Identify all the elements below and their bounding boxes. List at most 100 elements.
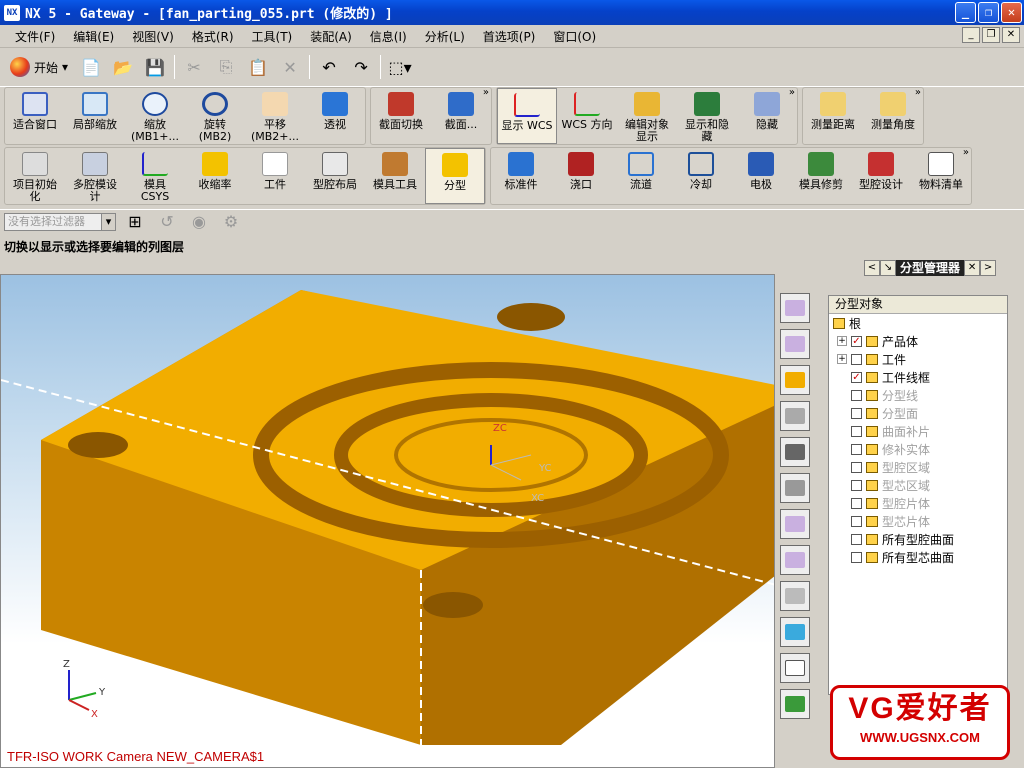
visibility-checkbox[interactable] [851, 551, 862, 563]
copy-icon[interactable]: ⎘ [213, 54, 239, 80]
tree-item[interactable]: ✓ 工件线框 [829, 368, 1007, 386]
mdi-minimize-button[interactable]: _ [962, 27, 980, 43]
shrinkage-button[interactable]: 收缩率 [185, 148, 245, 204]
zoom-button[interactable]: 缩放 (MB1+... [125, 88, 185, 144]
chevron-icon[interactable]: » [963, 147, 969, 158]
parting-tool-10-icon[interactable] [780, 617, 810, 647]
workpiece-button[interactable]: 工件 [245, 148, 305, 204]
panel-close-button[interactable]: ✕ [964, 259, 981, 276]
panel-prev-button[interactable]: < [864, 259, 880, 276]
perspective-button[interactable]: 透视 [305, 88, 365, 144]
close-button[interactable]: ✕ [1001, 2, 1022, 23]
visibility-checkbox[interactable]: ✓ [851, 371, 862, 383]
menu-assembly[interactable]: 装配(A) [301, 28, 361, 45]
rotate-button[interactable]: 旋转 (MB2) [185, 88, 245, 144]
visibility-checkbox[interactable] [851, 407, 862, 419]
parting-button[interactable]: 分型 [425, 148, 485, 204]
show-wcs-button[interactable]: 显示 WCS [497, 88, 557, 144]
edit-object-display-button[interactable]: 编辑对象 显示 [617, 88, 677, 144]
menu-info[interactable]: 信息(I) [361, 28, 416, 45]
visibility-checkbox[interactable] [851, 515, 862, 527]
runner-button[interactable]: 流道 [611, 148, 671, 204]
tree-item[interactable]: 根 [829, 314, 1007, 332]
standard-parts-button[interactable]: 标准件 [491, 148, 551, 204]
expand-icon[interactable]: + [837, 336, 847, 346]
refresh-icon[interactable] [780, 689, 810, 719]
visibility-checkbox[interactable] [851, 497, 862, 509]
tree-item[interactable]: 型芯区域 [829, 476, 1007, 494]
tree-item[interactable]: 所有型腔曲面 [829, 530, 1007, 548]
tree-item[interactable]: + 工件 [829, 350, 1007, 368]
filter-select[interactable]: 没有选择过滤器 ▾ [4, 212, 116, 231]
menu-analysis[interactable]: 分析(L) [416, 28, 474, 45]
tree-item[interactable]: 曲面补片 [829, 422, 1007, 440]
save-icon[interactable]: 💾 [142, 54, 168, 80]
show-hide-button[interactable]: 显示和隐 藏 [677, 88, 737, 144]
mdi-restore-button[interactable]: ❐ [982, 27, 1000, 43]
cavity-layout-button[interactable]: 型腔布局 [305, 148, 365, 204]
project-init-button[interactable]: 项目初始 化 [5, 148, 65, 204]
snap-point-icon[interactable]: ◉ [186, 209, 212, 235]
menu-view[interactable]: 视图(V) [123, 28, 183, 45]
panel-next-button[interactable]: > [980, 259, 997, 276]
cooling-button[interactable]: 冷却 [671, 148, 731, 204]
parting-tool-4-icon[interactable] [780, 401, 810, 431]
start-button[interactable]: 开始 ▾ [6, 57, 72, 77]
parting-tool-8-icon[interactable] [780, 545, 810, 575]
snap-icon[interactable]: ↺ [154, 209, 180, 235]
visibility-checkbox[interactable] [851, 461, 862, 473]
new-file-icon[interactable]: 📄 [78, 54, 104, 80]
tree-item[interactable]: + ✓ 产品体 [829, 332, 1007, 350]
minimize-button[interactable]: _ [955, 2, 976, 23]
tree-item[interactable]: 型腔区域 [829, 458, 1007, 476]
menu-edit[interactable]: 编辑(E) [64, 28, 123, 45]
visibility-checkbox[interactable] [851, 353, 862, 365]
parting-tool-6-icon[interactable] [780, 473, 810, 503]
open-folder-icon[interactable]: 📂 [110, 54, 136, 80]
gate-button[interactable]: 浇口 [551, 148, 611, 204]
measure-distance-button[interactable]: 测量距离 [803, 88, 863, 144]
chevron-icon[interactable]: » [789, 87, 795, 98]
pan-button[interactable]: 平移 (MB2+... [245, 88, 305, 144]
mold-tools-button[interactable]: 模具工具 [365, 148, 425, 204]
maximize-button[interactable]: ❐ [978, 2, 999, 23]
tree-item[interactable]: 修补实体 [829, 440, 1007, 458]
tree-item[interactable]: 所有型芯曲面 [829, 548, 1007, 566]
visibility-checkbox[interactable] [851, 425, 862, 437]
chevron-icon[interactable]: » [483, 87, 489, 98]
menu-file[interactable]: 文件(F) [6, 28, 64, 45]
redo-icon[interactable]: ↷ [348, 54, 374, 80]
gear-icon[interactable]: ⚙ [218, 209, 244, 235]
tree-item[interactable]: 分型线 [829, 386, 1007, 404]
fit-window-button[interactable]: 适合窗口 [5, 88, 65, 144]
mdi-close-button[interactable]: ✕ [1002, 27, 1020, 43]
menu-format[interactable]: 格式(R) [183, 28, 243, 45]
parting-tool-7-icon[interactable] [780, 509, 810, 539]
graphics-viewport[interactable]: ZC YC XC Z Y X TFR-ISO WORK Camera NEW_C… [0, 274, 775, 768]
chevron-icon[interactable]: » [915, 87, 921, 98]
tree-item[interactable]: 分型面 [829, 404, 1007, 422]
visibility-checkbox[interactable] [851, 389, 862, 401]
cavity-design-button[interactable]: 型腔设计 [851, 148, 911, 204]
parting-tool-5-icon[interactable] [780, 437, 810, 467]
multi-cavity-button[interactable]: 多腔模设 计 [65, 148, 125, 204]
mold-trim-button[interactable]: 模具修剪 [791, 148, 851, 204]
paste-icon[interactable]: 📋 [245, 54, 271, 80]
visibility-checkbox[interactable] [851, 479, 862, 491]
cut-icon[interactable]: ✂ [181, 54, 207, 80]
undo-icon[interactable]: ↶ [316, 54, 342, 80]
parting-tool-3-icon[interactable] [780, 365, 810, 395]
visibility-checkbox[interactable] [851, 443, 862, 455]
zoom-region-button[interactable]: 局部缩放 [65, 88, 125, 144]
electrode-button[interactable]: 电极 [731, 148, 791, 204]
parting-tool-11-icon[interactable] [780, 653, 810, 683]
mold-csys-button[interactable]: 模具 CSYS [125, 148, 185, 204]
panel-pin-button[interactable]: ↘ [880, 259, 896, 276]
menu-preferences[interactable]: 首选项(P) [474, 28, 545, 45]
delete-icon[interactable]: ✕ [277, 54, 303, 80]
selection-tools-icon[interactable]: ⬚▾ [387, 54, 413, 80]
tree-item[interactable]: 型芯片体 [829, 512, 1007, 530]
parting-tool-2-icon[interactable] [780, 329, 810, 359]
visibility-checkbox[interactable] [851, 533, 862, 545]
tree-item[interactable]: 型腔片体 [829, 494, 1007, 512]
